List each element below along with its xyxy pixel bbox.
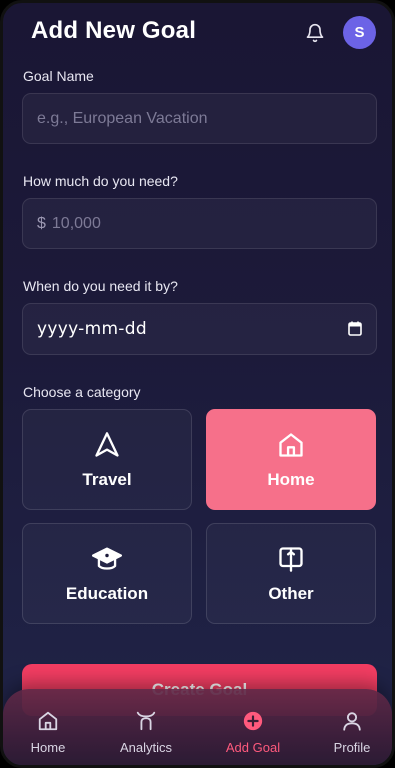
amount-input[interactable]: $ 10,000 xyxy=(22,198,377,249)
header: Add New Goal S xyxy=(3,15,392,55)
nav-label-profile: Profile xyxy=(333,740,371,755)
nav-label-add-goal: Add Goal xyxy=(225,740,281,755)
book-icon xyxy=(277,544,305,574)
category-travel[interactable]: Travel xyxy=(22,409,192,510)
phone-screen: Add New Goal S Goal Name e.g., European … xyxy=(0,0,395,768)
date-value: yyyy-mm-dd xyxy=(37,319,147,339)
nav-item-profile[interactable]: Profile xyxy=(309,709,392,757)
category-label-travel: Travel xyxy=(82,469,132,489)
bell-icon[interactable] xyxy=(303,21,327,45)
avatar[interactable]: S xyxy=(343,16,376,49)
page-title: Add New Goal xyxy=(31,17,197,44)
nav-item-home[interactable]: Home xyxy=(5,709,91,757)
avatar-initial: S xyxy=(354,24,365,41)
category-label-home: Home xyxy=(267,469,315,489)
currency-prefix: $ xyxy=(37,214,46,232)
graduation-cap-icon xyxy=(92,544,122,574)
bottom-nav: Home Analytics Add Goal Profile xyxy=(3,689,392,765)
user-icon xyxy=(341,709,363,733)
analytics-icon xyxy=(135,709,157,733)
plus-circle-icon xyxy=(242,709,264,733)
category-label-education: Education xyxy=(65,583,149,603)
nav-item-analytics[interactable]: Analytics xyxy=(103,709,189,757)
nav-item-add-goal[interactable]: Add Goal xyxy=(210,709,296,757)
category-label: Choose a category xyxy=(23,384,141,400)
nav-label-home: Home xyxy=(30,740,66,755)
goal-name-placeholder: e.g., European Vacation xyxy=(37,109,208,127)
home-icon xyxy=(277,430,305,460)
amount-label: How much do you need? xyxy=(23,173,178,189)
amount-placeholder: 10,000 xyxy=(51,214,101,232)
category-education[interactable]: Education xyxy=(22,523,192,624)
category-home[interactable]: Home xyxy=(206,409,376,510)
navigation-arrow-icon xyxy=(93,430,121,460)
category-label-other: Other xyxy=(268,583,314,603)
category-other[interactable]: Other xyxy=(206,523,376,624)
goal-name-input[interactable]: e.g., European Vacation xyxy=(22,93,377,144)
date-input[interactable]: yyyy-mm-dd xyxy=(22,303,377,355)
date-label: When do you need it by? xyxy=(23,278,178,294)
home-icon xyxy=(37,709,59,733)
nav-label-analytics: Analytics xyxy=(119,740,173,755)
calendar-icon[interactable] xyxy=(348,321,362,341)
goal-name-label: Goal Name xyxy=(23,68,94,84)
